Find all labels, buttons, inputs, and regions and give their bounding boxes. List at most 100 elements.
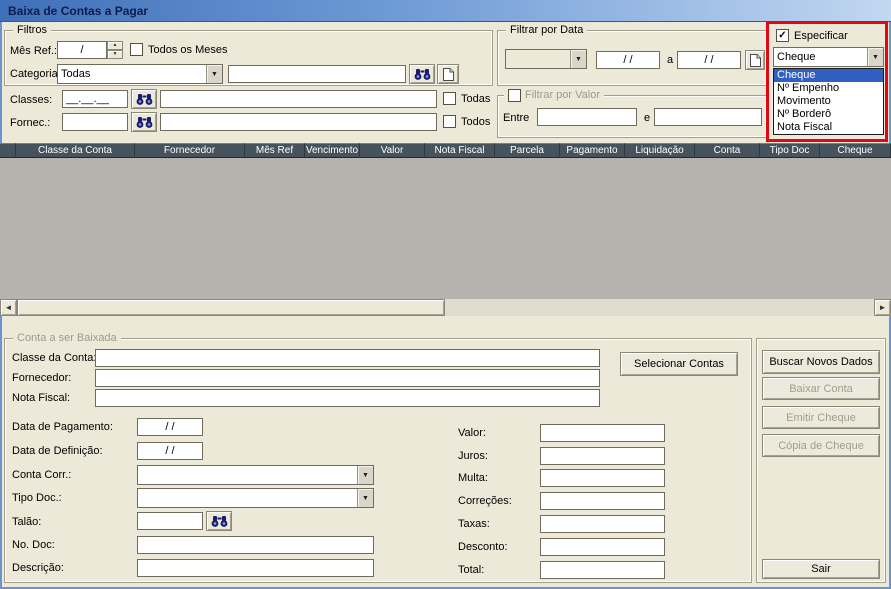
mes-ref-input[interactable]: / bbox=[57, 41, 107, 59]
valor-from-input[interactable] bbox=[537, 108, 637, 126]
copia-de-cheque-button[interactable]: Cópia de Cheque bbox=[762, 434, 880, 457]
valor-label: Valor: bbox=[458, 427, 486, 439]
dropdown-option-nota-fiscal[interactable]: Nota Fiscal bbox=[774, 121, 883, 134]
chevron-down-icon[interactable]: ▼ bbox=[867, 48, 883, 66]
checkbox-checked-box: ✓ bbox=[776, 29, 789, 42]
window-title: Baixa de Contas a Pagar bbox=[8, 3, 149, 18]
tipo-doc-combobox[interactable]: ▼ bbox=[137, 488, 374, 508]
checkbox-box bbox=[443, 92, 456, 105]
filtrar-data-combobox[interactable]: ▼ bbox=[505, 49, 587, 69]
filtrar-valor-checkbox[interactable] bbox=[508, 88, 521, 102]
calendar-icon bbox=[749, 53, 761, 67]
dropdown-option-cheque[interactable]: Cheque bbox=[774, 69, 883, 82]
grid-col-nota-fiscal: Nota Fiscal bbox=[425, 143, 495, 158]
scroll-left-icon[interactable]: ◄ bbox=[0, 299, 17, 316]
grid-col-conta: Conta bbox=[695, 143, 760, 158]
spin-up-icon[interactable]: ▲ bbox=[107, 41, 123, 50]
chevron-down-icon[interactable]: ▼ bbox=[357, 489, 373, 507]
talao-label: Talão: bbox=[12, 516, 42, 528]
categoria-lookup-button[interactable] bbox=[409, 64, 435, 84]
fornec-description-input[interactable] bbox=[160, 113, 437, 131]
classe-conta-label: Classe da Conta: bbox=[12, 352, 97, 364]
dropdown-option-movimento[interactable]: Movimento bbox=[774, 95, 883, 108]
scroll-right-icon[interactable]: ► bbox=[874, 299, 891, 316]
chevron-down-icon[interactable]: ▼ bbox=[570, 50, 586, 68]
todos-meses-checkbox[interactable]: Todos os Meses bbox=[130, 43, 227, 56]
fornec-label: Fornec.: bbox=[10, 117, 51, 129]
categoria-combobox[interactable]: Todas ▼ bbox=[57, 64, 223, 84]
nota-fiscal-input[interactable] bbox=[95, 389, 600, 407]
categoria-value: Todas bbox=[61, 68, 91, 80]
emitir-cheque-button[interactable]: Emitir Cheque bbox=[762, 406, 880, 429]
spin-down-icon[interactable]: ▼ bbox=[107, 50, 123, 59]
fornecedor-label: Fornecedor: bbox=[12, 372, 72, 384]
titlebar[interactable]: Baixa de Contas a Pagar bbox=[0, 0, 891, 22]
talao-lookup-button[interactable] bbox=[206, 511, 232, 531]
horizontal-scrollbar[interactable]: ◄ ► bbox=[0, 299, 891, 316]
taxas-input[interactable] bbox=[540, 515, 665, 533]
valor-to-input[interactable] bbox=[654, 108, 762, 126]
date-conj-label: a bbox=[667, 54, 674, 66]
valor-input[interactable] bbox=[540, 424, 665, 442]
mes-ref-spinner[interactable]: ▲ ▼ bbox=[107, 41, 123, 59]
no-doc-input[interactable] bbox=[137, 536, 374, 554]
filtros-legend: Filtros bbox=[13, 23, 51, 37]
desconto-input[interactable] bbox=[540, 538, 665, 556]
especificar-label: Especificar bbox=[794, 29, 848, 42]
valor-conj-label: e bbox=[644, 112, 651, 124]
filtrar-valor-legend-text: Filtrar por Valor bbox=[525, 89, 600, 101]
baixar-conta-button[interactable]: Baixar Conta bbox=[762, 377, 880, 400]
categoria-new-button[interactable] bbox=[437, 64, 459, 84]
fornec-code-input[interactable] bbox=[62, 113, 128, 131]
fornecedor-input[interactable] bbox=[95, 369, 600, 387]
tipo-doc-value bbox=[138, 489, 357, 507]
total-input[interactable] bbox=[540, 561, 665, 579]
filtrar-valor-legend: Filtrar por Valor bbox=[504, 88, 604, 102]
sair-button[interactable]: Sair bbox=[762, 559, 880, 579]
classe-conta-input[interactable] bbox=[95, 349, 600, 367]
date-from-input[interactable]: / / bbox=[596, 51, 660, 69]
classes-lookup-button[interactable] bbox=[131, 89, 157, 109]
grid-col-fornecedor: Fornecedor bbox=[135, 143, 245, 158]
descricao-input[interactable] bbox=[137, 559, 374, 577]
especificar-value: Cheque bbox=[777, 51, 816, 63]
classes-todas-checkbox[interactable]: Todas bbox=[443, 92, 490, 105]
especificar-checkbox[interactable]: ✓ Especificar bbox=[776, 29, 848, 42]
fornec-todos-checkbox[interactable]: Todos bbox=[443, 115, 490, 128]
grid-col-mes-ref: Mês Ref bbox=[245, 143, 305, 158]
grid-body[interactable] bbox=[0, 158, 891, 299]
buscar-novos-dados-button[interactable]: Buscar Novos Dados bbox=[762, 350, 880, 374]
especificar-combobox[interactable]: Cheque ▼ bbox=[773, 47, 884, 67]
data-pagamento-input[interactable]: / / bbox=[137, 418, 203, 436]
dropdown-option-bordero[interactable]: Nº Borderô bbox=[774, 108, 883, 121]
data-definicao-input[interactable]: / / bbox=[137, 442, 203, 460]
filtrar-data-legend: Filtrar por Data bbox=[506, 23, 588, 37]
chevron-down-icon[interactable]: ▼ bbox=[206, 65, 222, 83]
correcoes-input[interactable] bbox=[540, 492, 665, 510]
classes-mask-input[interactable]: __.__.__ bbox=[62, 90, 128, 108]
dropdown-option-empenho[interactable]: Nº Empenho bbox=[774, 82, 883, 95]
calendar-button[interactable] bbox=[745, 50, 765, 70]
categoria-search-input[interactable] bbox=[228, 65, 406, 83]
selecionar-contas-button[interactable]: Selecionar Contas bbox=[620, 352, 738, 376]
grid-col-cheque: Cheque bbox=[820, 143, 891, 158]
scrollbar-thumb[interactable] bbox=[17, 299, 445, 316]
check-icon: ✓ bbox=[778, 29, 787, 41]
conta-corr-combobox[interactable]: ▼ bbox=[137, 465, 374, 485]
checkbox-box bbox=[130, 43, 143, 56]
data-definicao-label: Data de Definição: bbox=[12, 445, 103, 457]
actions-panel bbox=[756, 338, 886, 583]
classes-description-input[interactable] bbox=[160, 90, 437, 108]
grid-col-parcela: Parcela bbox=[495, 143, 560, 158]
multa-input[interactable] bbox=[540, 469, 665, 487]
chevron-down-icon[interactable]: ▼ bbox=[357, 466, 373, 484]
conta-corr-value bbox=[138, 466, 357, 484]
categoria-label: Categoria: bbox=[10, 68, 61, 80]
fornec-lookup-button[interactable] bbox=[131, 112, 157, 132]
talao-input[interactable] bbox=[137, 512, 203, 530]
tipo-doc-label: Tipo Doc.: bbox=[12, 492, 62, 504]
juros-input[interactable] bbox=[540, 447, 665, 465]
total-label: Total: bbox=[458, 564, 485, 576]
entre-label: Entre bbox=[503, 112, 530, 124]
date-to-input[interactable]: / / bbox=[677, 51, 741, 69]
